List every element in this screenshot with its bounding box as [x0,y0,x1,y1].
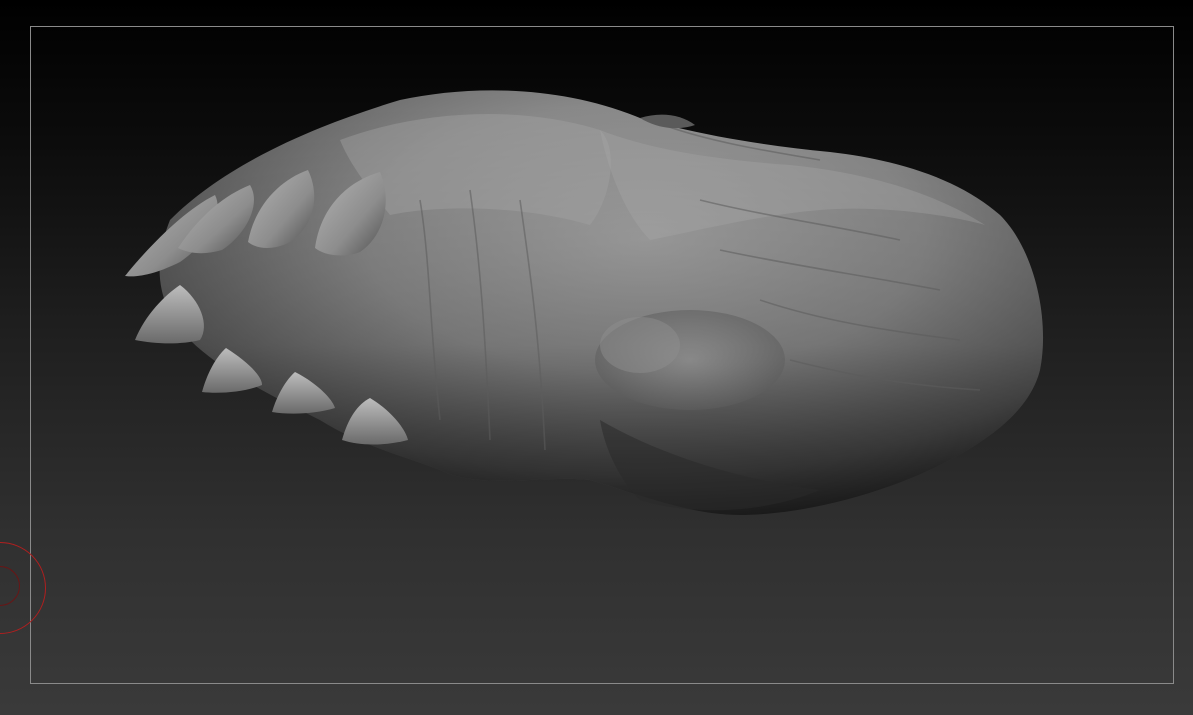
document-canvas-frame [30,26,1174,684]
